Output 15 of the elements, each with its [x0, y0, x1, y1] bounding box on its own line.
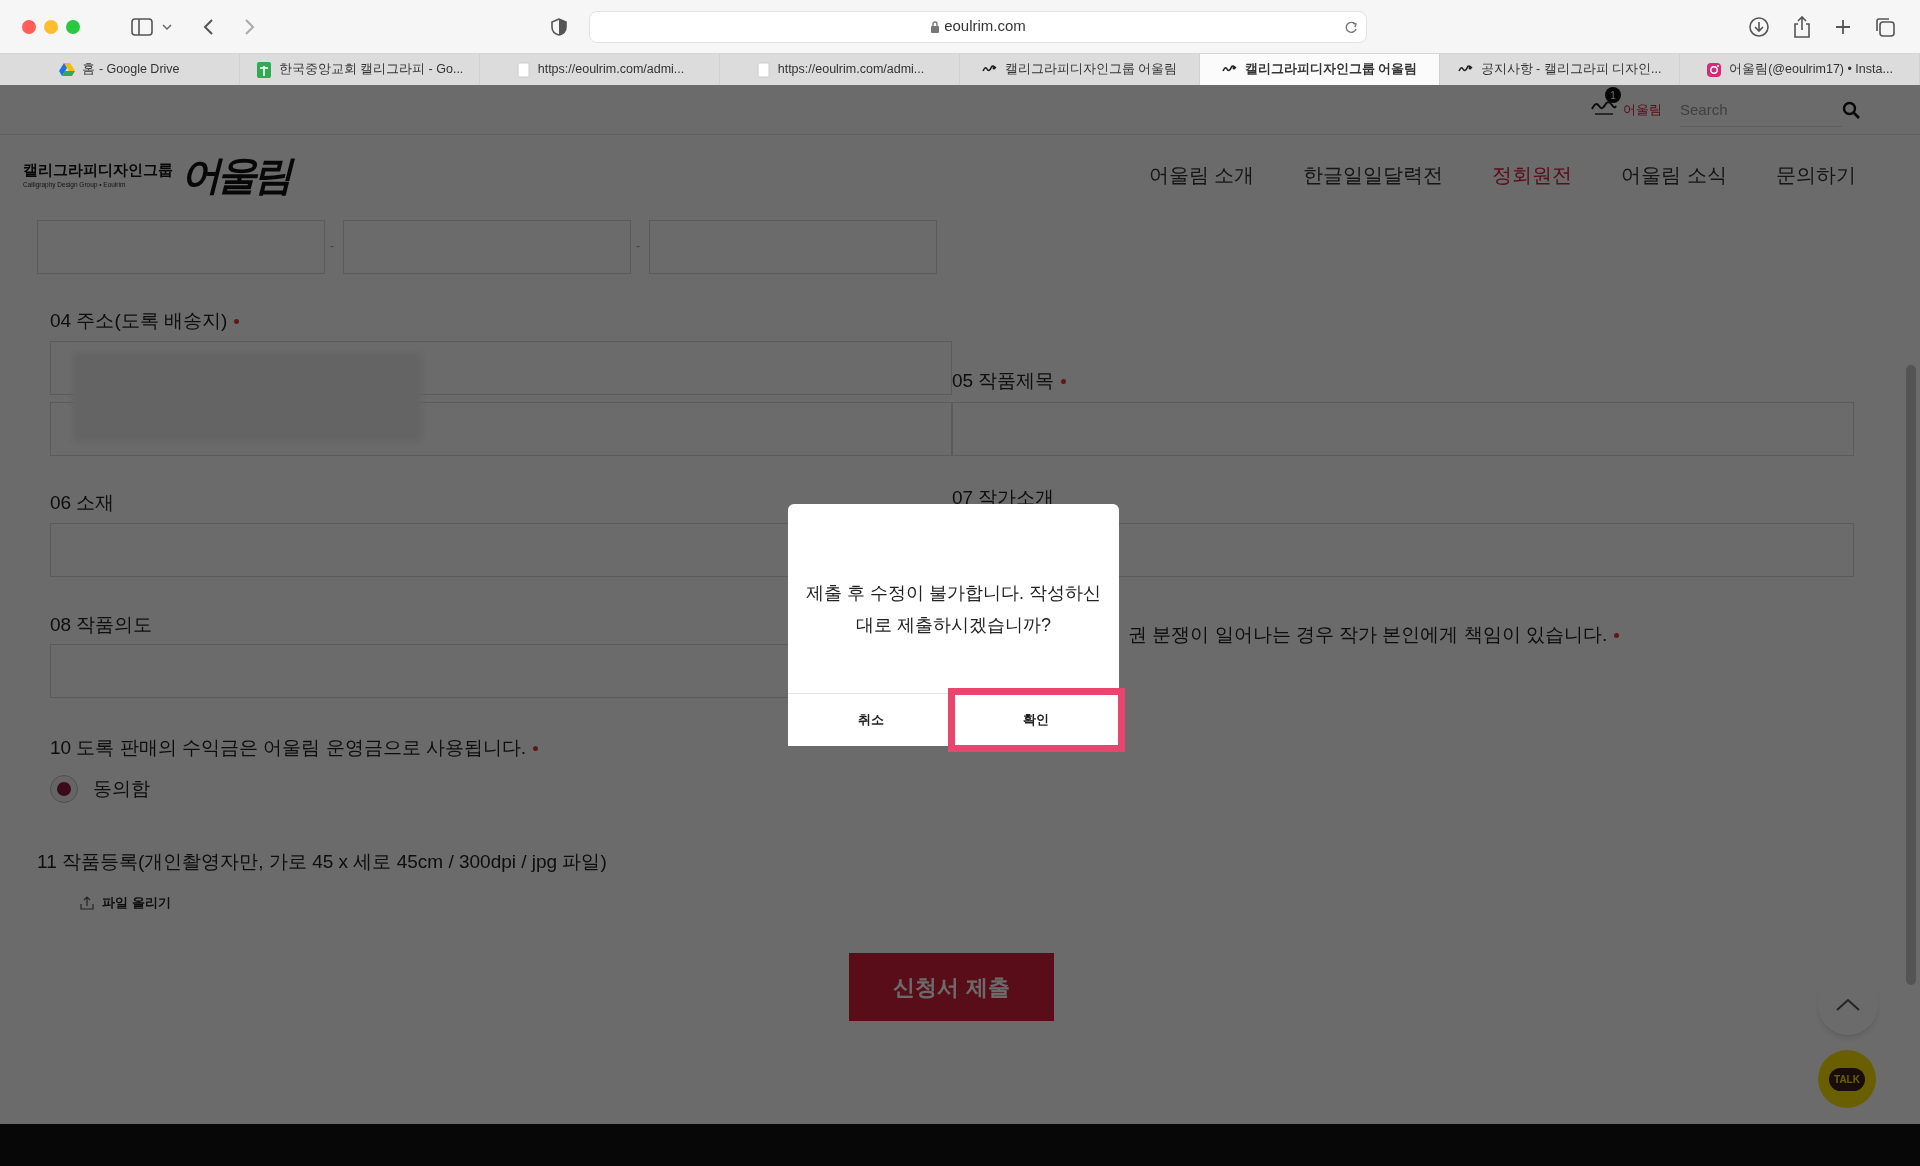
logo-group-name: 캘리그라피디자인그룹 — [23, 160, 173, 180]
field-label: 04 주소(도록 배송지) — [50, 309, 228, 333]
field-label: 권 분쟁이 일어나는 경우 작가 본인에게 책임이 있습니다. — [1128, 623, 1608, 647]
field-label: 10 도록 판매의 수익금은 어울림 운영금으로 사용됩니다. — [50, 736, 527, 760]
field-label: 05 작품제목 — [952, 369, 1055, 393]
dialog-message: 제출 후 수정이 불가합니다. 작성하신 대로 제출하시겠습니까? — [806, 581, 1101, 637]
notification-badge: 1 — [1605, 87, 1621, 103]
field-label: 08 작품의도 — [50, 613, 153, 637]
field-label: 06 소재 — [50, 491, 115, 515]
address-text: eoulrim.com — [944, 16, 1026, 37]
separator: - — [636, 238, 640, 255]
field-label: 11 작품등록(개인촬영자만, 가로 45 x 세로 45cm / 300dpi / jpg 파일) — [37, 850, 607, 874]
separator: - — [330, 238, 334, 255]
talk-label: TALK — [1829, 1067, 1865, 1091]
radio-label: 동의함 — [93, 777, 150, 801]
